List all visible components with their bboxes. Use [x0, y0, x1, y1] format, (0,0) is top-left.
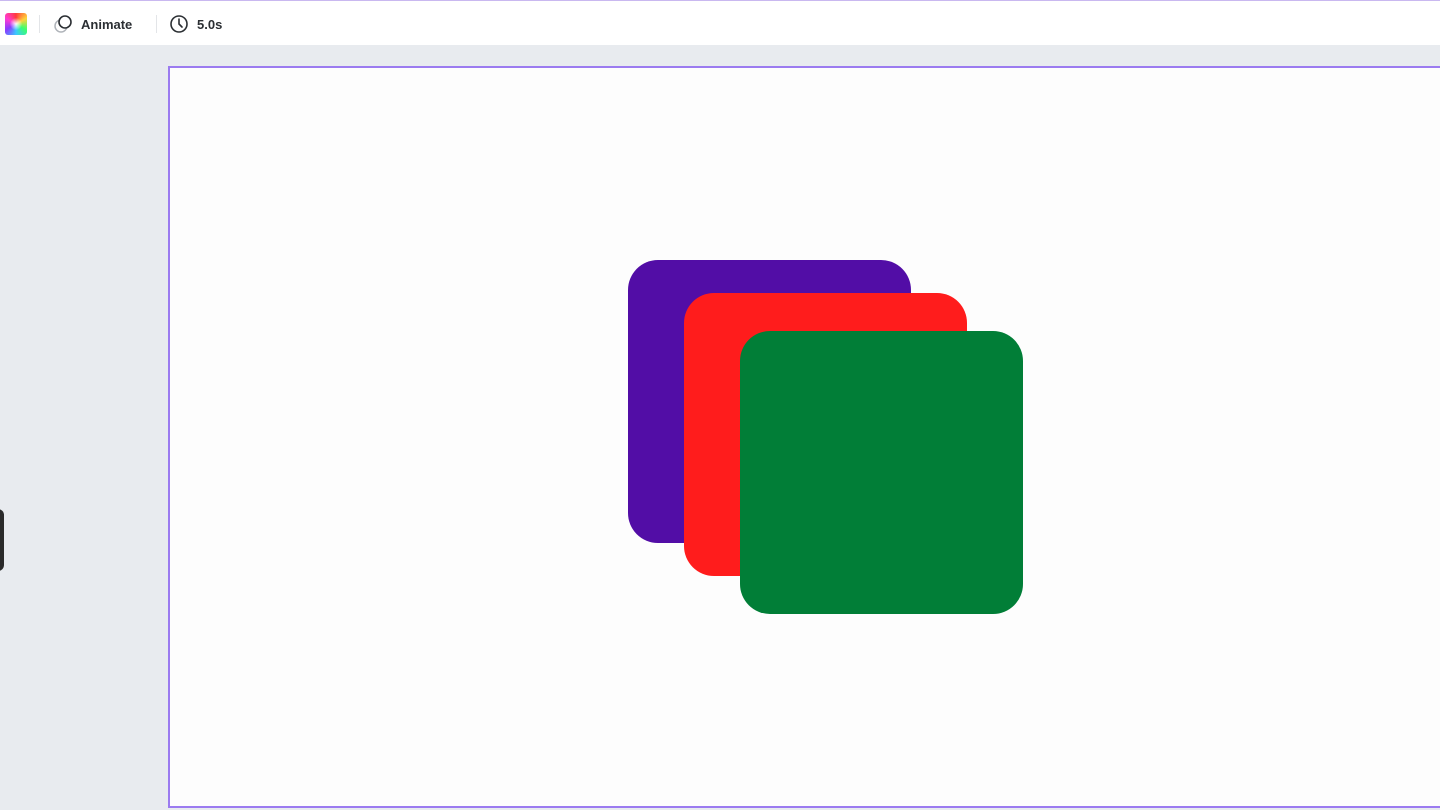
duration-button[interactable]: 5.0s [169, 11, 222, 37]
duration-label: 5.0s [197, 16, 223, 32]
toolbar-divider [39, 15, 40, 33]
animate-icon [53, 14, 73, 34]
green-square[interactable] [740, 331, 1023, 614]
panel-resize-handle[interactable] [0, 509, 4, 571]
animate-button[interactable]: Animate [53, 11, 132, 37]
clock-icon [169, 14, 189, 34]
top-toolbar: Animate 5.0s [0, 0, 1440, 45]
color-palette-icon[interactable] [5, 13, 27, 35]
design-canvas[interactable] [168, 66, 1440, 808]
toolbar-divider [156, 15, 157, 33]
animate-label: Animate [81, 16, 133, 32]
